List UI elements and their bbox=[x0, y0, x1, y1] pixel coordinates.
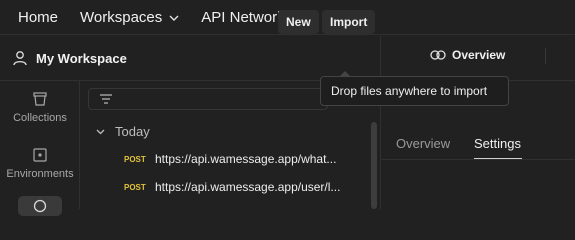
import-tooltip: Drop files anywhere to import bbox=[320, 76, 509, 106]
filter-icon bbox=[100, 94, 112, 104]
trash-can-icon bbox=[33, 92, 47, 106]
workspace-header: My Workspace bbox=[0, 36, 380, 80]
panel-divider bbox=[380, 36, 381, 209]
subtab-overview[interactable]: Overview bbox=[396, 136, 450, 151]
nav-workspaces-label: Workspaces bbox=[80, 8, 163, 26]
overview-icon bbox=[430, 50, 446, 60]
subtab-divider bbox=[381, 159, 575, 160]
sidebar-item-history[interactable] bbox=[18, 196, 62, 216]
chevron-down-icon bbox=[169, 9, 179, 26]
subtab-settings[interactable]: Settings bbox=[474, 136, 521, 151]
history-icon bbox=[33, 199, 47, 213]
sidebar-item-collections[interactable]: Collections bbox=[0, 91, 80, 124]
import-button[interactable]: Import bbox=[322, 10, 376, 34]
person-icon bbox=[13, 51, 27, 66]
group-label: Today bbox=[115, 124, 150, 139]
list-item[interactable]: POST https://api.wamessage.app/user/l... bbox=[124, 180, 340, 194]
nav-home-label: Home bbox=[18, 8, 59, 26]
method-badge: POST bbox=[124, 182, 146, 192]
tooltip-text: Drop files anywhere to import bbox=[331, 84, 488, 98]
list-item[interactable]: POST https://api.wamessage.app/what... bbox=[124, 152, 336, 166]
tab-divider bbox=[545, 48, 546, 64]
nav-api-network-label: API Network bbox=[201, 8, 285, 26]
method-badge: POST bbox=[124, 154, 146, 164]
new-button[interactable]: New bbox=[278, 10, 319, 34]
sidebar-item-label: Environments bbox=[6, 168, 74, 180]
nav-workspaces[interactable]: Workspaces bbox=[80, 9, 179, 26]
workspace-title[interactable]: My Workspace bbox=[36, 51, 127, 66]
sidebar-rail: Collections Environments bbox=[0, 81, 80, 209]
scrollbar[interactable] bbox=[371, 122, 377, 209]
sidebar-item-environments[interactable]: Environments bbox=[0, 147, 80, 180]
nav-home[interactable]: Home bbox=[18, 9, 58, 26]
history-group-today[interactable]: Today bbox=[96, 124, 150, 139]
request-url: https://api.wamessage.app/user/l... bbox=[155, 180, 341, 194]
tab-overview[interactable]: Overview bbox=[430, 48, 505, 62]
active-tab-indicator bbox=[474, 158, 522, 159]
chevron-down-icon bbox=[96, 129, 105, 134]
sidebar-item-label: Collections bbox=[13, 112, 67, 124]
request-url: https://api.wamessage.app/what... bbox=[155, 152, 337, 166]
environment-icon bbox=[33, 148, 47, 162]
tab-overview-label: Overview bbox=[452, 48, 506, 62]
filter-input[interactable] bbox=[88, 88, 328, 110]
